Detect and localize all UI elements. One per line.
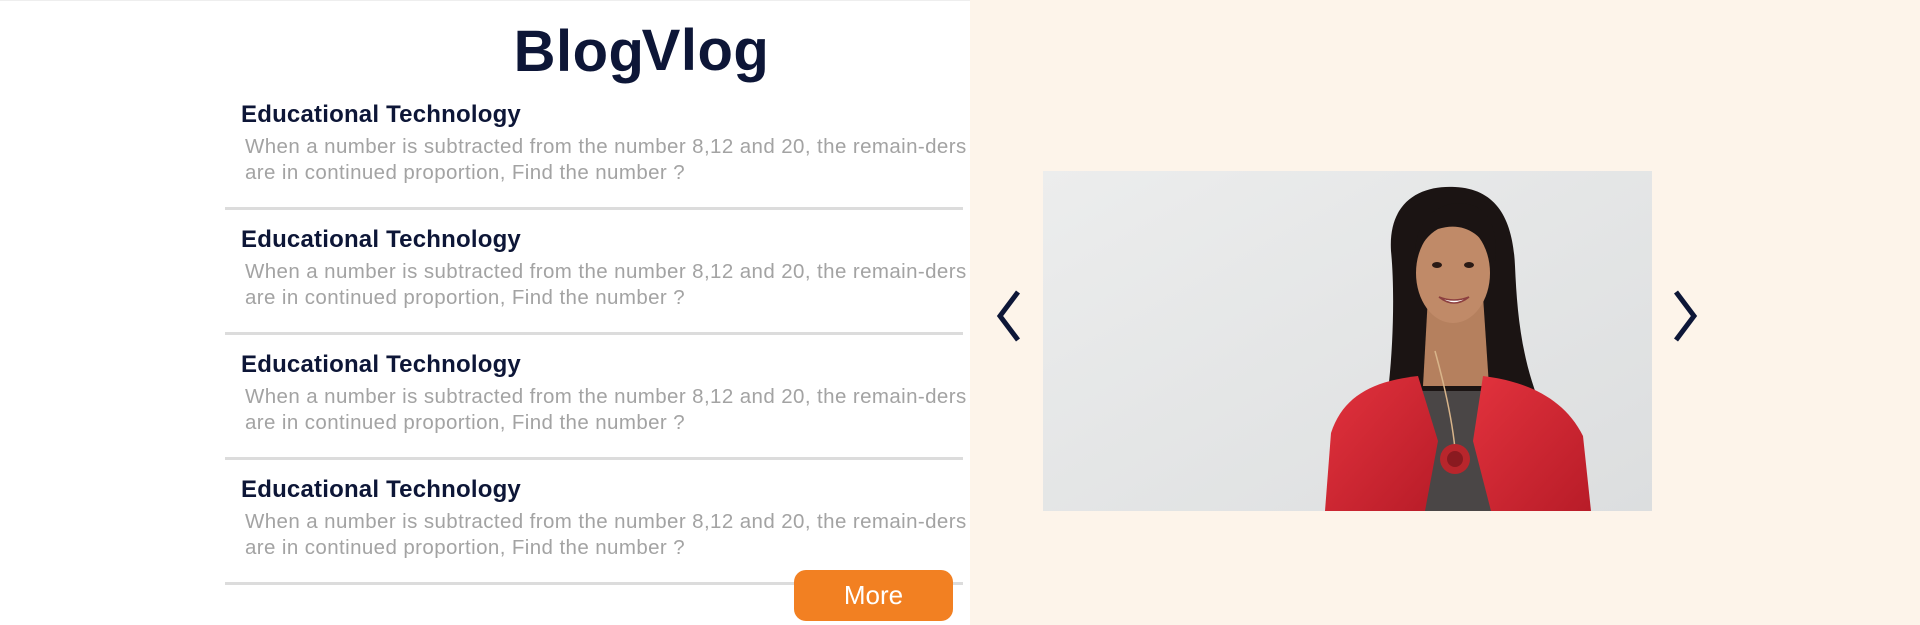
presenter-image: [1043, 171, 1652, 511]
chevron-left-icon[interactable]: [994, 290, 1024, 342]
blog-post-excerpt: When a number is subtracted from the num…: [245, 385, 967, 434]
vlog-heading: Vlog: [641, 18, 770, 83]
blog-post-title[interactable]: Educational Technology: [241, 101, 521, 130]
blog-section: Blog Educational Technology When a numbe…: [0, 0, 970, 625]
blog-post[interactable]: Educational Technology When a number is …: [225, 210, 966, 335]
blog-post-title[interactable]: Educational Technology: [241, 476, 521, 505]
vlog-video-thumbnail[interactable]: [1043, 171, 1652, 511]
blog-post-excerpt: When a number is subtracted from the num…: [245, 260, 967, 309]
more-button[interactable]: More: [794, 570, 953, 621]
blog-post-excerpt: When a number is subtracted from the num…: [245, 135, 967, 184]
blog-post[interactable]: Educational Technology When a number is …: [225, 335, 966, 460]
blog-post[interactable]: Educational Technology When a number is …: [225, 460, 966, 585]
blog-post-excerpt: When a number is subtracted from the num…: [245, 510, 967, 559]
blog-post[interactable]: Educational Technology When a number is …: [225, 85, 966, 210]
vlog-section: Vlog: [642, 0, 1920, 625]
blog-post-title[interactable]: Educational Technology: [241, 351, 521, 380]
blog-post-title[interactable]: Educational Technology: [241, 226, 521, 255]
chevron-right-icon[interactable]: [1670, 290, 1700, 342]
